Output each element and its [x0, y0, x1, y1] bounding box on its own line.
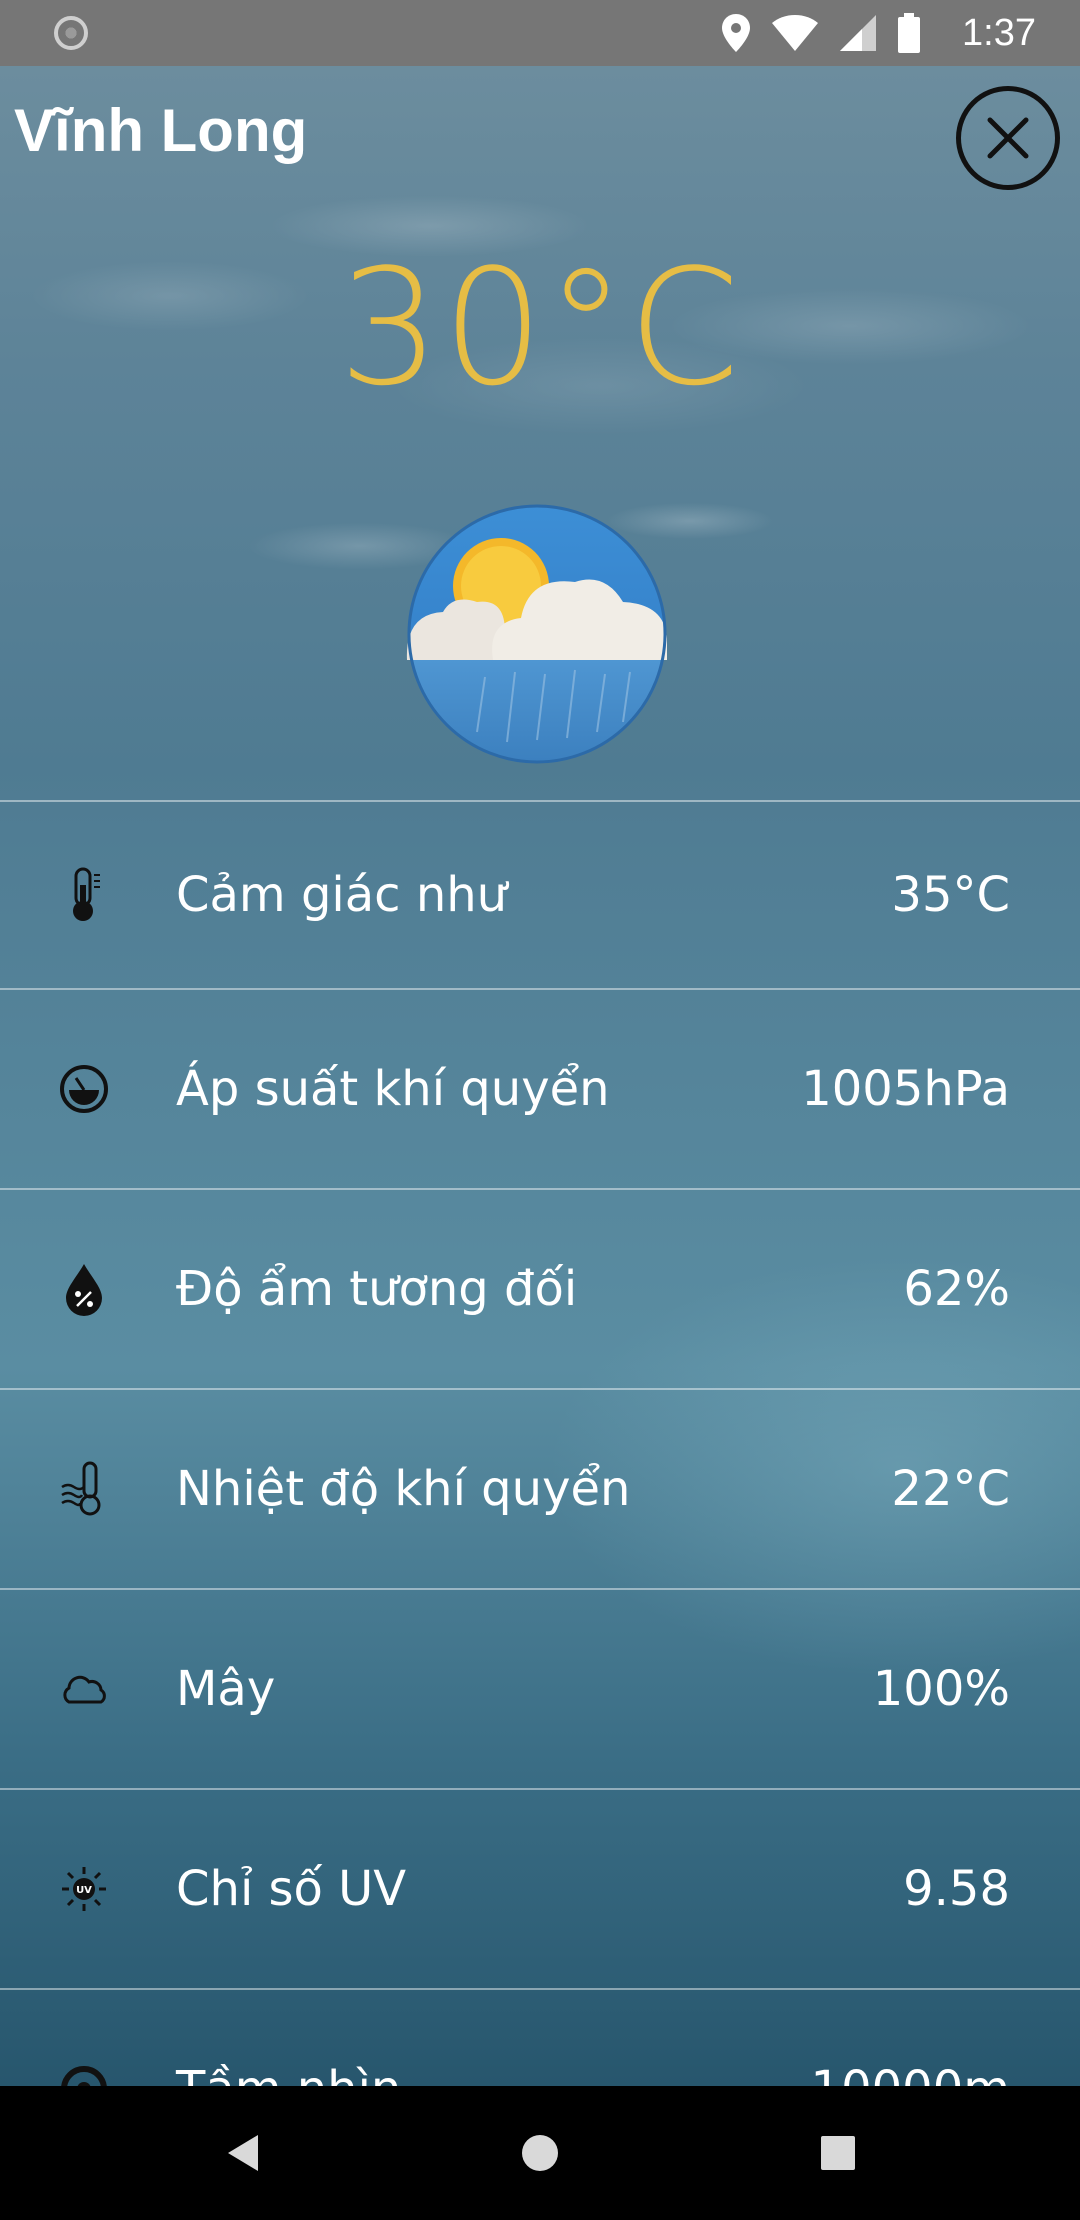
svg-text:UV: UV: [76, 1885, 92, 1896]
uv-sun-icon: UV: [56, 1861, 112, 1917]
back-button[interactable]: [172, 2086, 312, 2220]
thermometer-icon: [56, 867, 112, 923]
sun-cloud-rain-icon: [406, 504, 667, 764]
close-icon: [987, 117, 1029, 159]
home-button[interactable]: [470, 2086, 610, 2220]
row-label: Mây: [176, 1661, 276, 1717]
row-value: 62%: [903, 1261, 1010, 1317]
row-value: 9.58: [903, 1861, 1010, 1917]
location-icon: [722, 14, 750, 52]
status-time: 1:37: [962, 12, 1036, 54]
loading-icon: [54, 16, 88, 50]
row-label: Độ ẩm tương đối: [176, 1261, 578, 1317]
signal-icon: [840, 15, 876, 51]
recents-icon: [821, 2136, 855, 2170]
recents-button[interactable]: [768, 2086, 908, 2220]
weather-detail-screen: Vĩnh Long 30°C Cảm giác như 35°C Áp suất…: [0, 66, 1080, 2086]
battery-icon: [898, 13, 920, 53]
row-label: Áp suất khí quyển: [176, 1061, 610, 1117]
row-label: Cảm giác như: [176, 867, 508, 923]
close-button[interactable]: [956, 86, 1060, 190]
row-label: Nhiệt độ khí quyển: [176, 1461, 631, 1517]
list-item-clouds: Mây 100%: [0, 1588, 1080, 1788]
current-temperature: 30°C: [338, 234, 742, 421]
pressure-gauge-icon: [56, 1061, 112, 1117]
row-label: Chỉ số UV: [176, 1861, 407, 1917]
home-icon: [522, 2135, 558, 2171]
list-item-pressure: Áp suất khí quyển 1005hPa: [0, 988, 1080, 1188]
row-value: 1005hPa: [801, 1061, 1010, 1117]
row-value: 22°C: [891, 1461, 1010, 1517]
list-item-humidity: Độ ẩm tương đối 62%: [0, 1188, 1080, 1388]
back-icon: [228, 2135, 258, 2171]
navigation-bar: [0, 2086, 1080, 2220]
list-item-visibility: Tầm nhìn 10000m: [0, 1988, 1080, 2086]
cloud-icon: [56, 1661, 112, 1717]
city-name: Vĩnh Long: [14, 97, 308, 164]
list-item-air-temperature: Nhiệt độ khí quyển 22°C: [0, 1388, 1080, 1588]
row-value: 35°C: [891, 867, 1010, 923]
weather-details-list: Cảm giác như 35°C Áp suất khí quyển 1005…: [0, 800, 1080, 2086]
air-temperature-icon: [56, 1461, 112, 1517]
row-value: 10000m: [811, 2061, 1010, 2086]
wifi-icon: [772, 15, 818, 51]
status-icons: [722, 12, 920, 54]
list-item-uv-index: UV Chỉ số UV 9.58: [0, 1788, 1080, 1988]
row-label: Tầm nhìn: [176, 2061, 401, 2086]
status-bar: 1:37: [0, 0, 1080, 66]
row-value: 100%: [872, 1661, 1010, 1717]
visibility-icon: [56, 2061, 112, 2086]
list-item-feels-like: Cảm giác như 35°C: [0, 800, 1080, 988]
humidity-drop-icon: [56, 1261, 112, 1317]
